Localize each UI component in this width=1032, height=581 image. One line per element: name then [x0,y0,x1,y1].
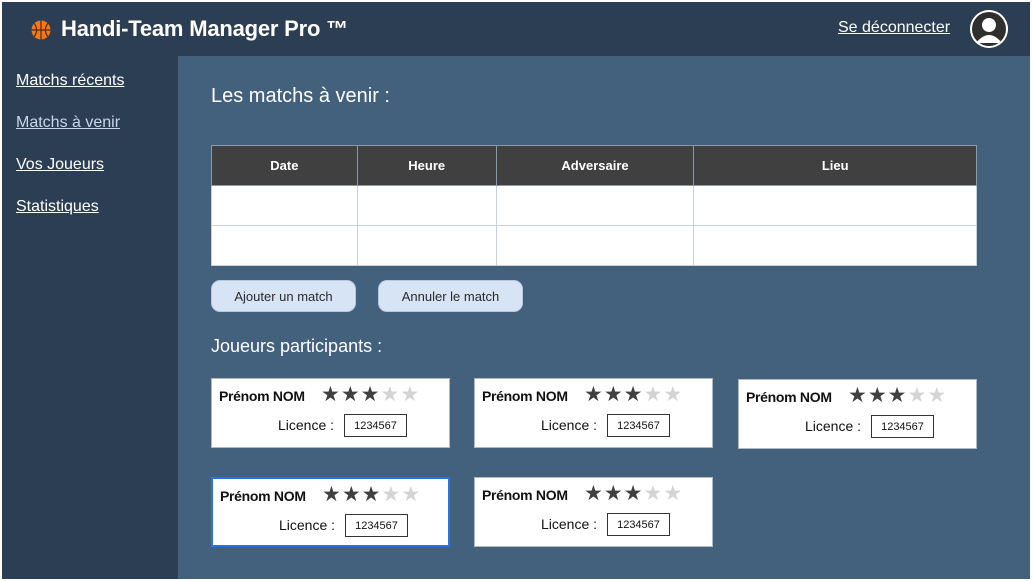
star-rating: ★★★★★ [584,382,683,407]
logout-link[interactable]: Se déconnecter [838,19,950,37]
top-bar: Handi-Team Manager Pro ™ Se déconnecter [2,2,1030,56]
star-empty-icon: ★ [400,383,421,406]
star-filled-icon: ★ [887,384,908,407]
star-empty-icon: ★ [380,383,401,406]
table-cell[interactable] [211,185,358,226]
table-cell[interactable] [495,225,695,266]
star-filled-icon: ★ [361,483,382,506]
star-filled-icon: ★ [867,384,888,407]
licence-number: 1234567 [871,415,934,438]
star-empty-icon: ★ [663,383,684,406]
sidebar: Matchs récents Matchs à venir Vos Joueur… [2,56,177,579]
player-name: Prénom NOM [746,389,832,405]
player-card[interactable]: Prénom NOM ★★★★★ Licence : 1234567 [211,378,450,448]
star-filled-icon: ★ [584,482,604,505]
player-name: Prénom NOM [219,388,305,404]
player-card[interactable]: Prénom NOM ★★★★★ Licence : 1234567 [474,378,713,448]
star-rating: ★★★★★ [322,482,421,507]
star-empty-icon: ★ [927,384,948,407]
column-opponent: Adversaire [495,145,695,186]
player-card[interactable]: Prénom NOM ★★★★★ Licence : 1234567 [738,379,977,449]
star-filled-icon: ★ [360,383,381,406]
star-empty-icon: ★ [643,383,664,406]
star-filled-icon: ★ [584,383,604,406]
star-rating: ★★★★★ [848,383,947,408]
star-filled-icon: ★ [623,383,644,406]
star-filled-icon: ★ [848,384,868,407]
star-empty-icon: ★ [401,483,422,506]
star-empty-icon: ★ [907,384,928,407]
app-frame: Handi-Team Manager Pro ™ Se déconnecter … [2,2,1030,579]
upcoming-matches-title: Les matchs à venir : [211,85,390,107]
licence-label: Licence : [541,516,598,532]
star-filled-icon: ★ [321,383,341,406]
star-empty-icon: ★ [643,482,664,505]
player-name: Prénom NOM [482,388,568,404]
add-match-button[interactable]: Ajouter un match [211,280,356,312]
table-cell[interactable] [211,225,358,266]
sidebar-item-statistics[interactable]: Statistiques [16,198,99,216]
table-row[interactable] [211,225,977,266]
cancel-match-button[interactable]: Annuler le match [378,280,523,312]
player-name: Prénom NOM [482,487,568,503]
table-header-row: Date Heure Adversaire Lieu [211,145,977,186]
star-filled-icon: ★ [322,483,342,506]
table-cell[interactable] [693,225,977,266]
column-date: Date [211,145,358,186]
player-card-selected[interactable]: Prénom NOM ★★★★★ Licence : 1234567 [211,477,450,547]
column-time: Heure [356,145,497,186]
star-filled-icon: ★ [623,482,644,505]
star-filled-icon: ★ [603,383,624,406]
app-title: Handi-Team Manager Pro ™ [61,16,348,41]
user-avatar-icon[interactable] [970,10,1008,48]
player-card[interactable]: Prénom NOM ★★★★★ Licence : 1234567 [474,477,713,547]
table-cell[interactable] [693,185,977,226]
licence-label: Licence : [805,418,862,434]
star-rating: ★★★★★ [321,382,420,407]
column-location: Lieu [693,145,977,186]
matches-table: Date Heure Adversaire Lieu [211,145,977,266]
star-filled-icon: ★ [340,383,361,406]
table-row[interactable] [211,185,977,226]
sidebar-item-recent-matches[interactable]: Matchs récents [16,72,124,90]
star-filled-icon: ★ [603,482,624,505]
licence-label: Licence : [279,517,336,533]
table-cell[interactable] [495,185,695,226]
licence-number: 1234567 [344,414,407,437]
licence-number: 1234567 [607,414,670,437]
licence-number: 1234567 [345,514,408,537]
licence-label: Licence : [278,417,335,433]
star-empty-icon: ★ [663,482,684,505]
star-empty-icon: ★ [381,483,402,506]
sidebar-item-players[interactable]: Vos Joueurs [16,156,104,174]
participants-title: Joueurs participants : [211,336,383,356]
licence-label: Licence : [541,417,598,433]
star-filled-icon: ★ [341,483,362,506]
basketball-icon [31,20,51,40]
star-rating: ★★★★★ [584,481,683,506]
licence-number: 1234567 [607,513,670,536]
player-name: Prénom NOM [220,488,306,504]
main-content: Les matchs à venir : Date Heure Adversai… [178,56,1030,579]
table-cell[interactable] [356,225,497,266]
sidebar-item-upcoming-matches[interactable]: Matchs à venir [16,114,120,132]
table-cell[interactable] [356,185,497,226]
